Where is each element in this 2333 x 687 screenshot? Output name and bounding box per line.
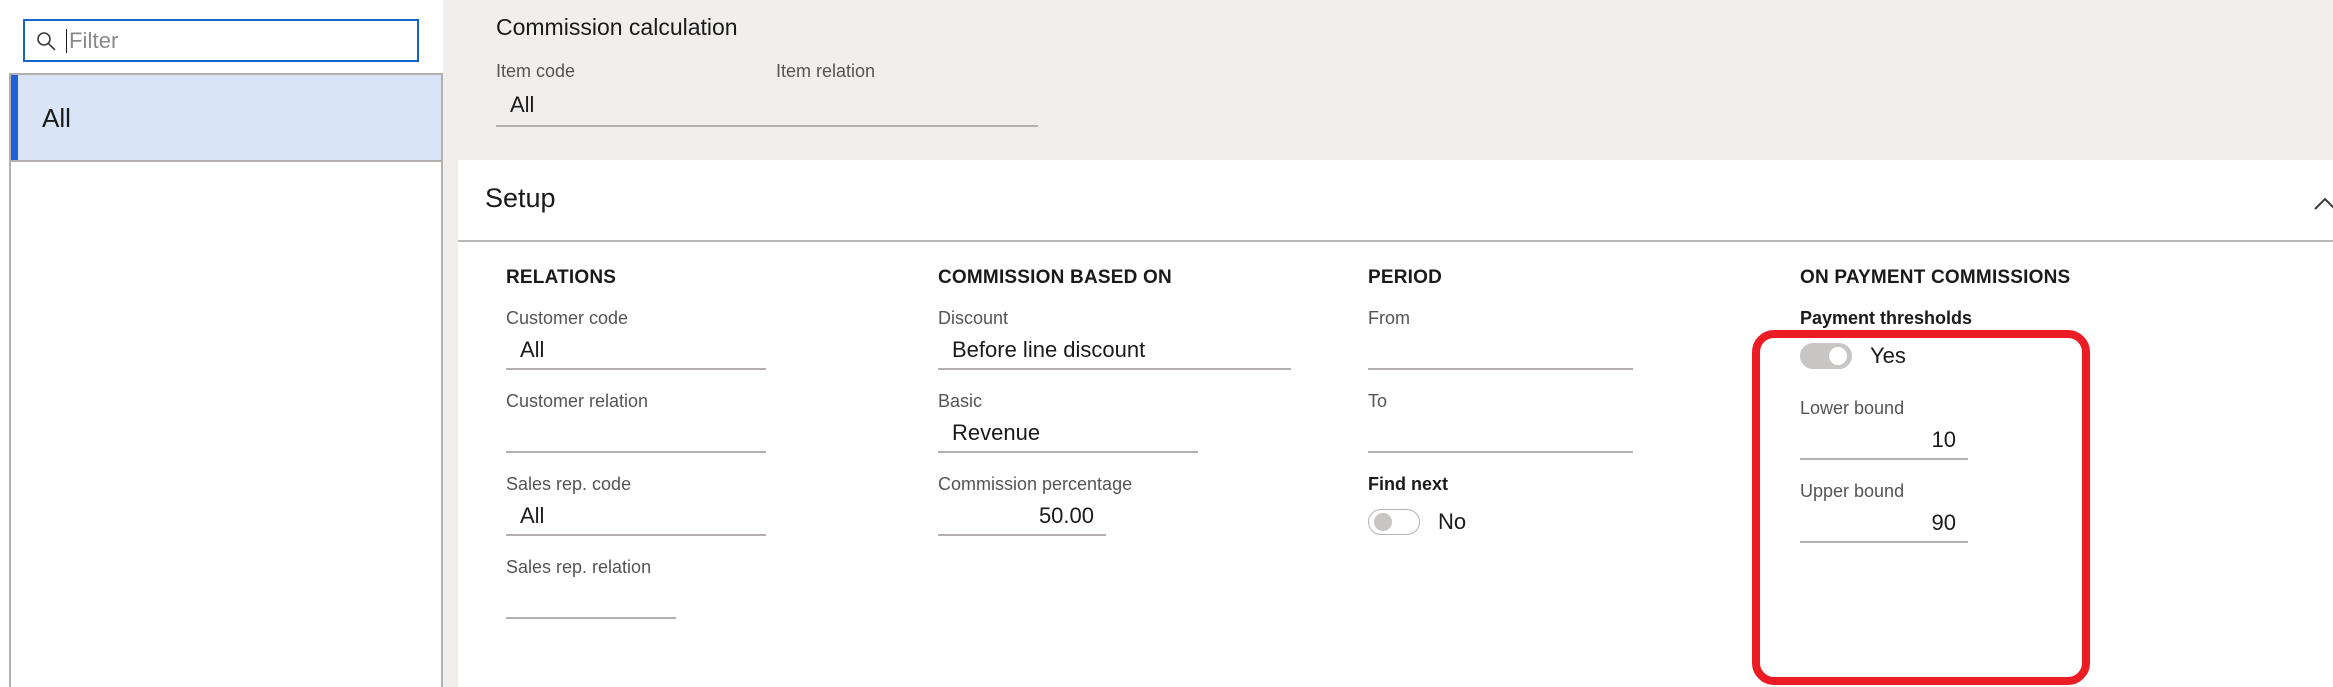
main-content: Commission calculation Item code All Ite… — [458, 0, 2333, 687]
toggle-knob — [1829, 347, 1847, 365]
field-label: Item code — [496, 61, 576, 81]
field-upper-bound: Upper bound 90 — [1800, 482, 1968, 543]
column-heading: PERIOD — [1368, 267, 1443, 288]
find-next-toggle-row: No — [1368, 505, 1633, 539]
sales-rep-relation-input[interactable] — [506, 587, 676, 619]
customer-code-input[interactable]: All — [506, 338, 766, 370]
column-heading: RELATIONS — [506, 267, 617, 288]
field-value: 90 — [1931, 510, 1956, 535]
field-value: Revenue — [952, 420, 1041, 445]
find-next-toggle[interactable] — [1368, 509, 1420, 535]
column-heading: ON PAYMENT COMMISSIONS — [1800, 267, 2071, 288]
setup-title: Setup — [485, 183, 556, 213]
list-item-all[interactable]: All — [11, 75, 441, 162]
lower-bound-input[interactable]: 10 — [1800, 428, 1968, 460]
item-code-input[interactable]: All — [496, 93, 776, 127]
payment-thresholds-toggle[interactable] — [1800, 343, 1852, 369]
field-payment-thresholds: Payment thresholds Yes — [1800, 309, 2040, 373]
customer-relation-input[interactable] — [506, 421, 766, 453]
field-value: All — [510, 92, 535, 117]
find-next-toggle-label: No — [1438, 509, 1467, 534]
field-item-relation: Item relation — [776, 62, 1038, 127]
field-label: Basic — [938, 391, 983, 411]
field-label: Sales rep. relation — [506, 557, 652, 577]
field-label: Find next — [1368, 474, 1448, 494]
field-value: 50.00 — [1038, 503, 1094, 528]
field-item-code: Item code All — [496, 62, 776, 127]
field-discount: Discount Before line discount — [938, 309, 1291, 370]
column-heading: COMMISSION BASED ON — [938, 267, 1172, 288]
field-find-next: Find next No — [1368, 475, 1633, 539]
chevron-up-icon[interactable] — [2311, 190, 2333, 218]
field-sales-rep-relation: Sales rep. relation — [506, 558, 676, 619]
field-label: Sales rep. code — [506, 474, 632, 494]
field-basic: Basic Revenue — [938, 392, 1198, 453]
column-commission-based-on: COMMISSION BASED ON Discount Before line… — [938, 242, 1291, 536]
field-from: From — [1368, 309, 1633, 370]
sales-rep-code-input[interactable]: All — [506, 504, 766, 536]
field-label: Discount — [938, 308, 1009, 328]
search-input[interactable]: Filter — [23, 19, 419, 62]
filter-pane: Filter All — [0, 0, 443, 687]
column-on-payment-commissions: ON PAYMENT COMMISSIONS Payment threshold… — [1800, 242, 2071, 543]
payment-thresholds-toggle-row: Yes — [1800, 339, 2040, 373]
filter-pane-inner: Filter All — [0, 0, 443, 687]
column-period: PERIOD From To Find next No — [1368, 242, 1633, 539]
field-to: To — [1368, 392, 1633, 453]
setup-body: RELATIONS Customer code All Customer rel… — [458, 242, 2333, 685]
field-value: All — [520, 503, 545, 528]
payment-thresholds-toggle-label: Yes — [1870, 343, 1906, 368]
selection-indicator — [11, 75, 18, 160]
field-commission-percentage: Commission percentage 50.00 — [938, 475, 1132, 536]
field-label: Customer relation — [506, 391, 649, 411]
field-customer-code: Customer code All — [506, 309, 766, 370]
page-header: Commission calculation Item code All Ite… — [458, 0, 2333, 160]
field-label: Payment thresholds — [1800, 308, 1973, 328]
commission-percentage-input[interactable]: 50.00 — [938, 504, 1106, 536]
toggle-knob — [1374, 513, 1392, 531]
list-item-label: All — [42, 102, 71, 133]
filter-list: All — [9, 73, 443, 687]
field-label: Item relation — [776, 61, 876, 81]
field-label: Commission percentage — [938, 474, 1133, 494]
field-lower-bound: Lower bound 10 — [1800, 399, 1968, 460]
pane-splitter[interactable] — [443, 0, 458, 687]
basic-input[interactable]: Revenue — [938, 421, 1198, 453]
setup-card: Setup RELATIONS Customer code All Custom — [458, 160, 2333, 687]
field-label: From — [1368, 308, 1410, 328]
setup-header: Setup — [458, 160, 2333, 242]
field-value: Before line discount — [952, 337, 1146, 362]
from-date-input[interactable] — [1368, 338, 1633, 370]
field-label: Upper bound — [1800, 481, 1905, 501]
page-title: Commission calculation — [496, 14, 738, 40]
upper-bound-input[interactable]: 90 — [1800, 511, 1968, 543]
field-label: Lower bound — [1800, 398, 1905, 418]
text-caret — [66, 28, 67, 53]
field-customer-relation: Customer relation — [506, 392, 766, 453]
search-placeholder: Filter — [69, 27, 119, 53]
search-icon — [35, 30, 57, 52]
item-relation-input[interactable] — [776, 93, 1038, 127]
column-relations: RELATIONS Customer code All Customer rel… — [506, 242, 766, 619]
field-label: Customer code — [506, 308, 629, 328]
field-value: All — [520, 337, 545, 362]
discount-input[interactable]: Before line discount — [938, 338, 1291, 370]
field-value: 10 — [1931, 427, 1956, 452]
field-label: To — [1368, 391, 1388, 411]
to-date-input[interactable] — [1368, 421, 1633, 453]
field-sales-rep-code: Sales rep. code All — [506, 475, 766, 536]
